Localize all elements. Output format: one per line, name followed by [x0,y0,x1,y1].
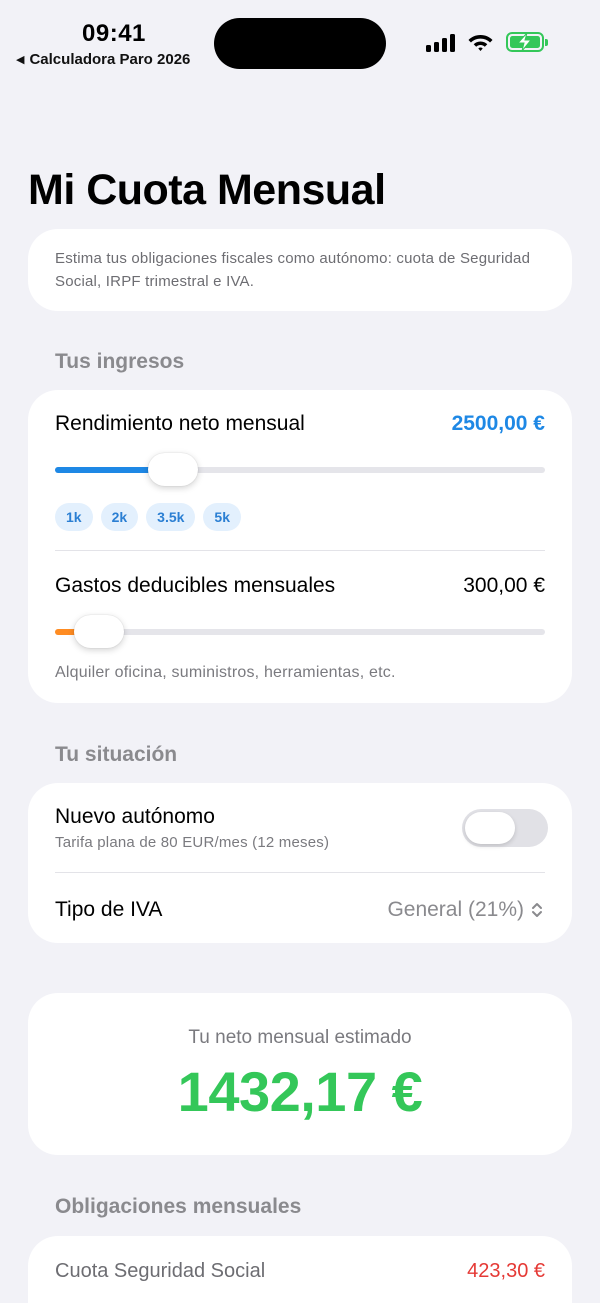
cellular-signal-icon [426,33,455,52]
page-title: Mi Cuota Mensual [28,166,386,214]
divider [55,872,545,873]
rendimiento-value: 2500,00 € [451,412,545,435]
preset-chip-3-5k[interactable]: 3.5k [146,503,196,531]
intro-card: Estima tus obligaciones fiscales como au… [28,229,572,311]
nuevo-autonomo-subtitle: Tarifa plana de 80 EUR/mes (12 meses) [55,834,330,851]
divider [55,550,545,551]
status-bar: 09:41 ◀ Calculadora Paro 2026 [0,0,600,80]
gastos-value: 300,00 € [463,574,545,597]
preset-chip-2k[interactable]: 2k [100,503,139,531]
status-icons [426,32,548,52]
gastos-slider-thumb[interactable] [74,615,124,648]
toggle-knob [465,812,515,844]
intro-text: Estima tus obligaciones fiscales como au… [55,250,531,290]
obligaciones-card: Cuota Seguridad Social 423,30 € [28,1236,572,1303]
gastos-helper-text: Alquiler oficina, suministros, herramien… [55,664,396,681]
section-header-situacion: Tu situación [55,743,178,766]
gastos-label: Gastos deducibles mensuales [55,574,336,597]
section-header-ingresos: Tus ingresos [55,350,185,373]
wifi-icon [468,35,493,51]
preset-chips: 1k 2k 3.5k 5k [55,503,241,531]
result-card: Tu neto mensual estimado 1432,17 € [28,993,572,1155]
result-label: Tu neto mensual estimado [188,1027,412,1048]
rendimiento-slider-thumb[interactable] [148,453,198,486]
gastos-slider[interactable] [55,615,545,648]
rendimiento-slider[interactable] [55,453,545,486]
preset-chip-5k[interactable]: 5k [203,503,241,531]
back-to-app-link[interactable]: ◀ Calculadora Paro 2026 [16,51,190,68]
nuevo-autonomo-toggle[interactable] [462,809,548,847]
preset-chip-1k[interactable]: 1k [55,503,93,531]
obligacion-value: 423,30 € [467,1260,545,1282]
rendimiento-label: Rendimiento neto mensual [55,412,305,435]
result-value: 1432,17 € [177,1060,423,1123]
status-time: 09:41 [82,20,146,47]
iva-label: Tipo de IVA [55,898,163,921]
iva-select-value: General (21%) [387,898,524,921]
back-app-label: Calculadora Paro 2026 [29,51,191,68]
dynamic-island [214,18,386,69]
situacion-card: Nuevo autónomo Tarifa plana de 80 EUR/me… [28,783,572,943]
obligacion-label: Cuota Seguridad Social [55,1260,266,1282]
ingresos-card: Rendimiento neto mensual 2500,00 € 1k 2k… [28,390,572,703]
chevron-up-down-icon [532,903,542,917]
nuevo-autonomo-label: Nuevo autónomo [55,805,215,828]
back-triangle-icon: ◀ [16,54,25,66]
iva-select[interactable]: General (21%) [387,898,544,922]
section-header-obligaciones: Obligaciones mensuales [55,1195,302,1218]
battery-icon [506,32,548,52]
